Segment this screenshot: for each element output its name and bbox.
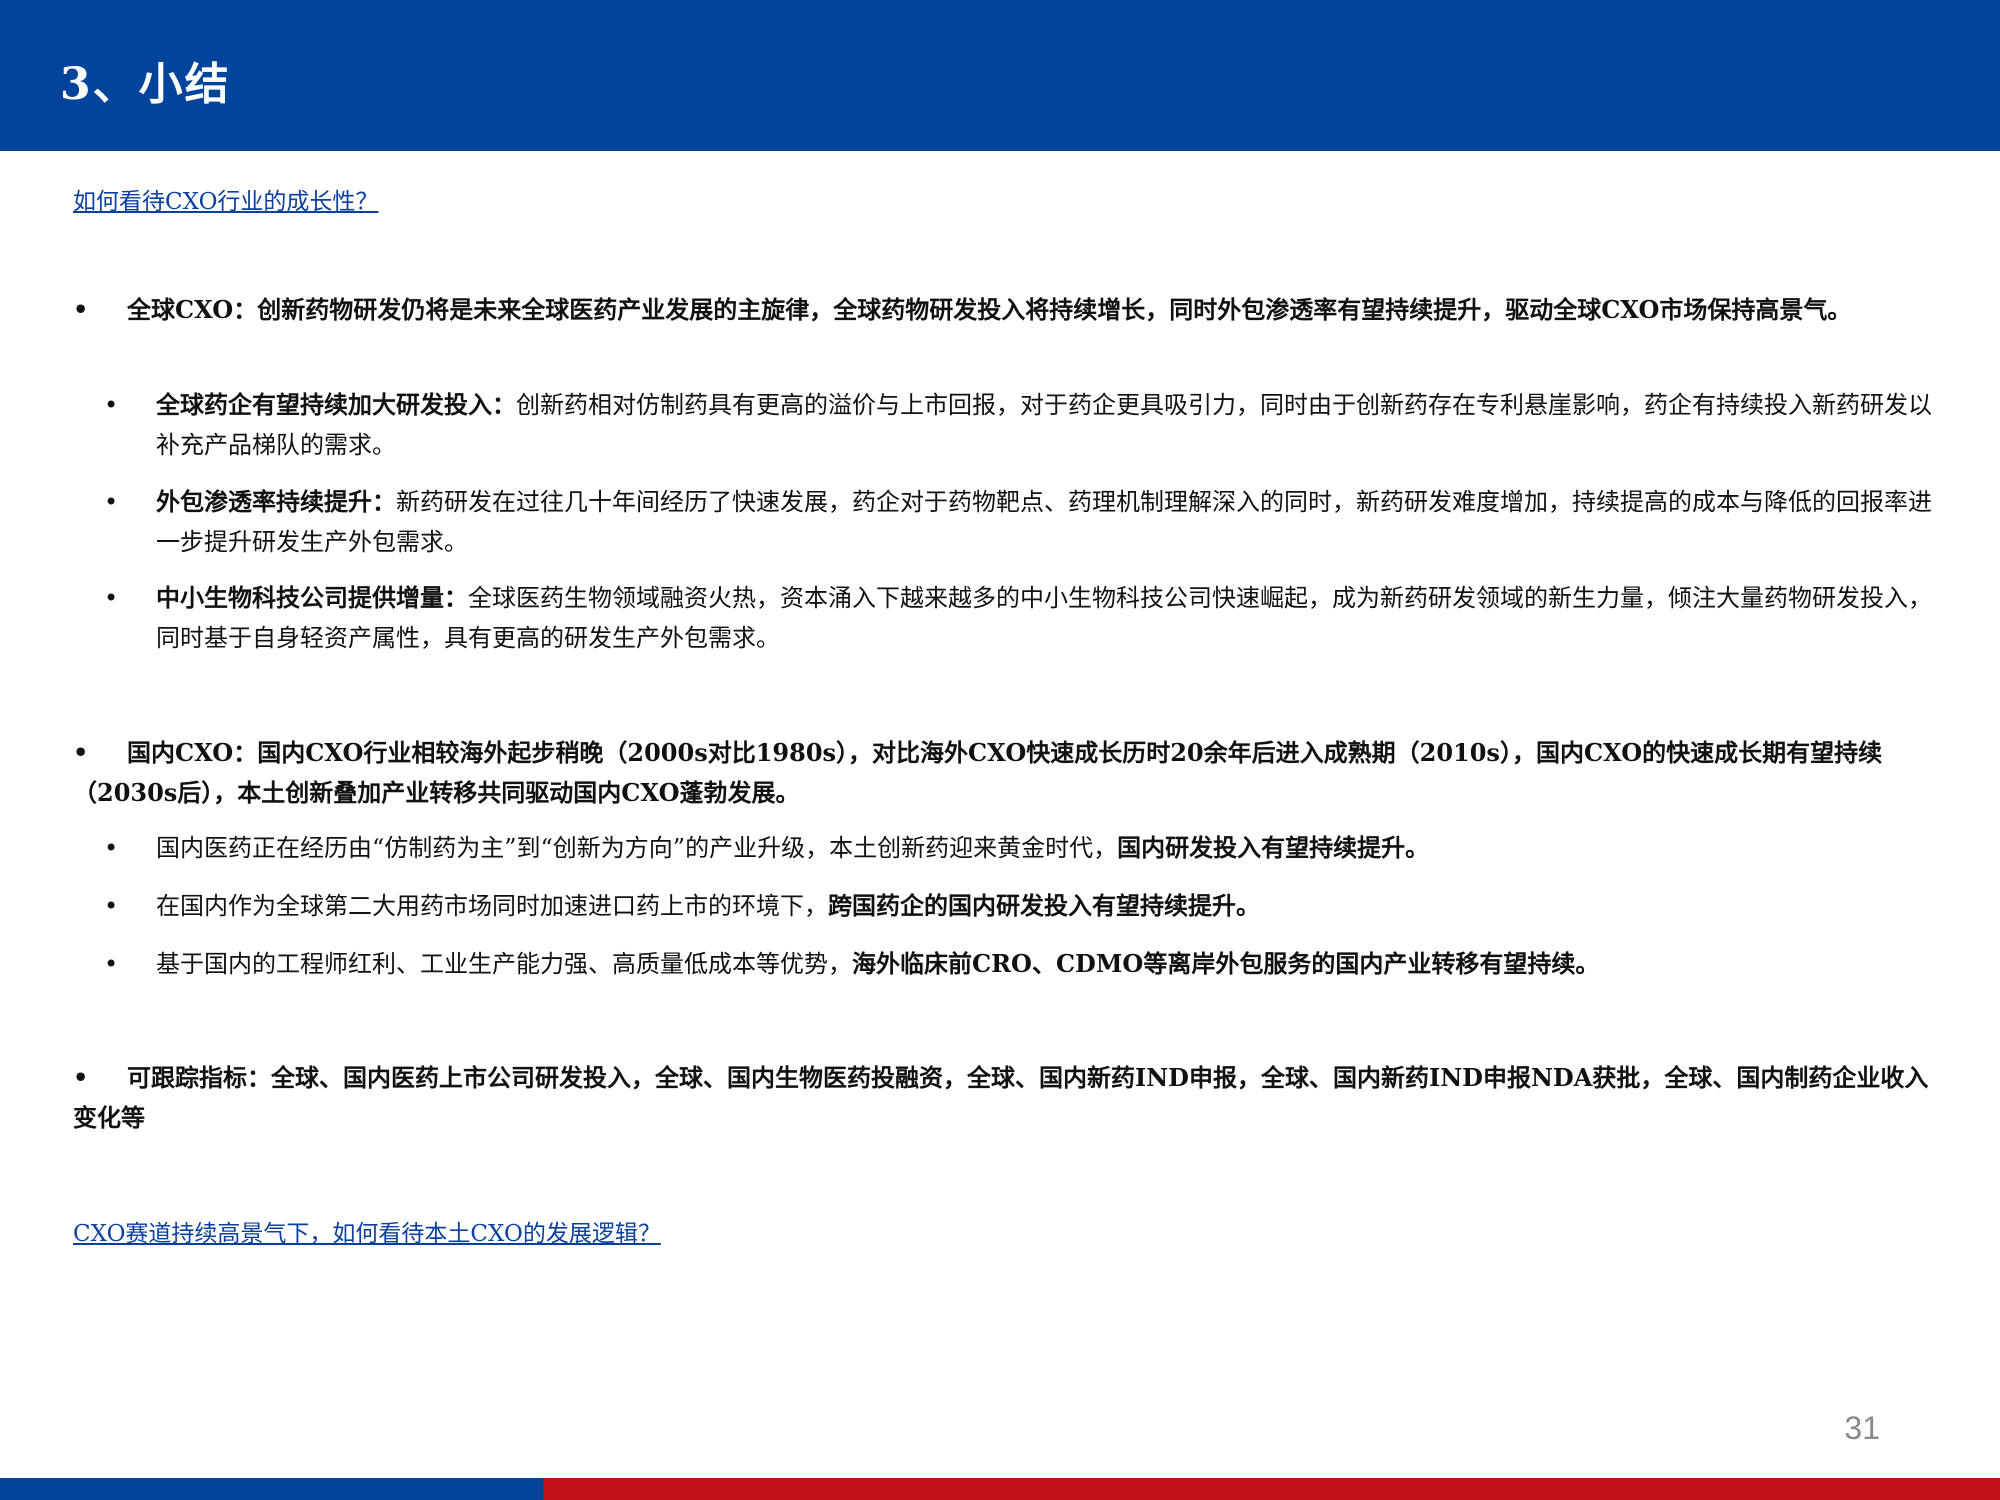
global-cxo-lead: 全球CXO：创新药物研发仍将是未来全球医药产业发展的主旋律，全球药物研发投入将持… [127,295,1852,324]
bullet-icon: • [104,892,119,920]
list-item-body: 国内医药正在经历由“仿制药为主”到“创新为方向”的产业升级，本土创新药迎来黄金时… [156,834,1118,862]
list-item-emphasis: 国内研发投入有望持续提升。 [1117,833,1430,862]
footer-bar-red [543,1478,2000,1500]
page-number: 31 [1844,1410,1880,1446]
domestic-cxo-paragraph: • 国内CXO：国内CXO行业相较海外起步稍晚（2000s对比1980s），对比海… [73,733,1933,813]
list-item-body: 新药研发在过往几十年间经历了快速发展，药企对于药物靶点、药理机制理解深入的同时，… [156,488,1932,556]
page-title: 3、小结 [60,59,231,110]
list-item: • 中小生物科技公司提供增量：全球医药生物领域融资火热，资本涌入下越来越多的中小… [104,578,1934,658]
list-item-body: 基于国内的工程师红利、工业生产能力强、高质量低成本等优势， [156,950,852,978]
bullet-icon: • [104,950,119,978]
question-growth-link[interactable]: 如何看待CXO行业的成长性？ [73,182,378,216]
list-item-body: 在国内作为全球第二大用药市场同时加速进口药上市的环境下， [156,892,828,920]
bullet-icon: • [104,834,119,862]
list-item-heading: 中小生物科技公司提供增量： [156,583,468,612]
list-item: • 全球药企有望持续加大研发投入：创新药相对仿制药具有更高的溢价与上市回报，对于… [104,385,1934,465]
list-item-emphasis: 跨国药企的国内研发投入有望持续提升。 [828,891,1260,920]
bullet-icon: • [104,488,119,516]
list-item-heading: 外包渗透率持续提升： [156,487,396,516]
footer-bar-blue [0,1478,543,1500]
bullet-icon: • [73,1063,89,1092]
bullet-icon: • [104,584,119,612]
list-item: • 外包渗透率持续提升：新药研发在过往几十年间经历了快速发展，药企对于药物靶点、… [104,482,1934,562]
bullet-icon: • [73,738,89,767]
header-bar: 3、小结 [0,0,2000,151]
domestic-cxo-lead: 国内CXO：国内CXO行业相较海外起步稍晚（2000s对比1980s），对比海外… [73,738,1883,807]
list-item: • 在国内作为全球第二大用药市场同时加速进口药上市的环境下，跨国药企的国内研发投… [104,886,1934,926]
list-item: • 国内医药正在经历由“仿制药为主”到“创新为方向”的产业升级，本土创新药迎来黄… [104,828,1934,868]
question-logic-link[interactable]: CXO赛道持续高景气下，如何看待本土CXO的发展逻辑？ [73,1214,661,1248]
list-item-heading: 全球药企有望持续加大研发投入： [156,390,516,419]
bullet-icon: • [73,295,89,324]
list-item-emphasis: 海外临床前CRO、CDMO等离岸外包服务的国内产业转移有望持续。 [852,949,1600,978]
list-item: • 基于国内的工程师红利、工业生产能力强、高质量低成本等优势，海外临床前CRO、… [104,944,1934,984]
tracking-indicators-text: 可跟踪指标：全球、国内医药上市公司研发投入，全球、国内生物医药投融资，全球、国内… [73,1063,1929,1132]
bullet-icon: • [104,391,119,419]
global-cxo-paragraph: • 全球CXO：创新药物研发仍将是未来全球医药产业发展的主旋律，全球药物研发投入将… [73,290,1933,330]
tracking-indicators-paragraph: • 可跟踪指标：全球、国内医药上市公司研发投入，全球、国内生物医药投融资，全球、国… [73,1058,1933,1138]
